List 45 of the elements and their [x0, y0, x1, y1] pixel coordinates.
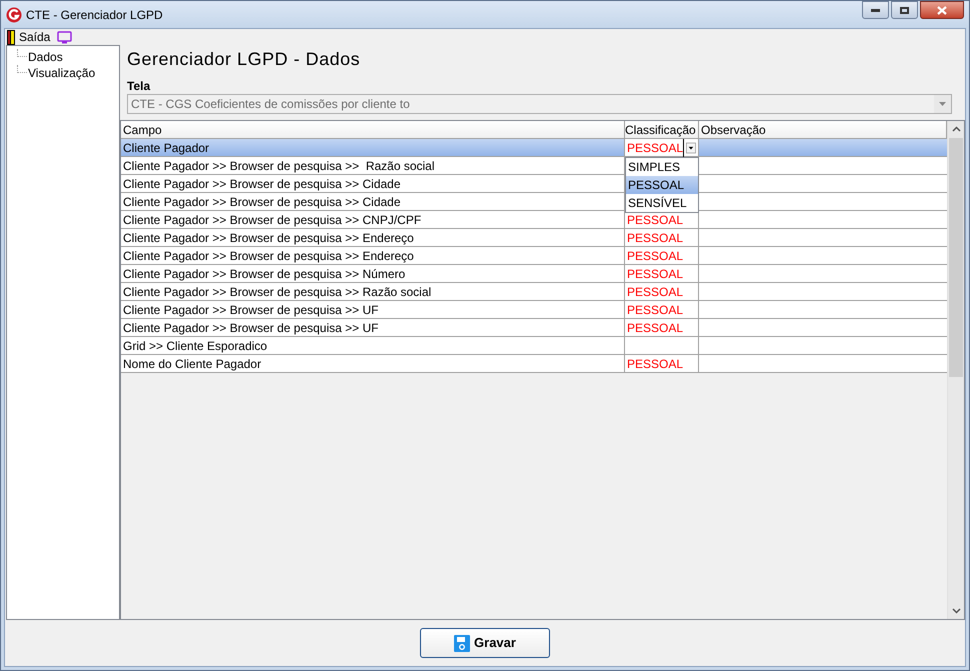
table-cell: Cliente Pagador >> Browser de pesquisa >> UF — [121, 319, 625, 336]
classification-combo[interactable]: PESSOAL — [625, 139, 698, 156]
table-cell-text: PESSOAL — [626, 320, 684, 336]
maximize-button[interactable] — [891, 1, 918, 19]
table-row[interactable]: Cliente Pagador >> Browser de pesquisa >> Número PESSOAL — [121, 265, 947, 283]
scrollbar[interactable] — [947, 121, 964, 619]
column-header[interactable]: Campo — [121, 121, 625, 138]
column-header[interactable]: Classificação — [625, 121, 699, 138]
table-cell: Cliente Pagador >> Browser de pesquisa >> Endereço — [121, 229, 625, 246]
app-logo-icon — [6, 6, 22, 22]
dropdown-option[interactable]: PESSOAL — [626, 176, 698, 194]
close-icon — [937, 6, 947, 14]
table-row[interactable]: Cliente Pagador >> Browser de pesquisa >> Razão social PESSOAL — [121, 283, 947, 301]
table-row[interactable]: Cliente Pagador >> Browser de pesquisa >> CNPJ/CPF PESSOAL — [121, 211, 947, 229]
table-cell-text: PESSOAL — [626, 356, 684, 372]
table-cell-text: PESSOAL — [626, 230, 684, 246]
table-row[interactable]: Cliente Pagador >> Browser de pesquisa >> UF PESSOAL — [121, 301, 947, 319]
tela-label: Tela — [127, 78, 152, 92]
tela-select[interactable]: CTE - CGS Coeficientes de comissões por cliente to — [127, 94, 952, 114]
tree-item[interactable]: Dados — [27, 48, 64, 66]
table-cell: Nome do Cliente Pagador — [121, 355, 625, 372]
table-row[interactable]: Cliente Pagador PESSOAL — [121, 139, 947, 157]
table-cell: Cliente Pagador >> Browser de pesquisa >> Razão social — [121, 283, 625, 300]
table-row[interactable]: Cliente Pagador >> Browser de pesquisa >> Endereço PESSOAL — [121, 229, 947, 247]
table-cell: Cliente Pagador >> Browser de pesquisa >> Endereço — [121, 247, 625, 264]
table-cell-text: PESSOAL — [626, 248, 684, 264]
close-button[interactable] — [920, 1, 964, 19]
tree-item[interactable]: Visualização — [27, 64, 96, 82]
table-row[interactable]: Cliente Pagador >> Browser de pesquisa >> UF PESSOAL — [121, 319, 947, 337]
table-cell: Grid >> Cliente Esporadico — [121, 337, 625, 354]
minimize-button[interactable] — [862, 1, 889, 19]
table-cell: Cliente Pagador >> Browser de pesquisa >> Número — [121, 265, 625, 282]
table-cell-text: PESSOAL — [626, 266, 684, 282]
table-row[interactable]: Nome do Cliente Pagador PESSOAL — [121, 355, 947, 373]
table-row[interactable]: Grid >> Cliente Esporadico — [121, 337, 947, 355]
save-button[interactable]: Gravar — [420, 628, 550, 658]
table-cell-text: PESSOAL — [626, 212, 684, 228]
monitor-icon[interactable] — [56, 30, 72, 44]
table-row[interactable]: Cliente Pagador >> Browser de pesquisa >> Endereço PESSOAL — [121, 247, 947, 265]
page-heading: Gerenciador LGPD - Dados — [127, 48, 362, 71]
table-cell-text: PESSOAL — [626, 284, 684, 300]
door-icon — [7, 30, 15, 44]
window-title: CTE - Gerenciador LGPD — [26, 6, 163, 24]
table-cell-text: PESSOAL — [626, 302, 684, 318]
table-cell: Cliente Pagador >> Browser de pesquisa >> UF — [121, 301, 625, 318]
